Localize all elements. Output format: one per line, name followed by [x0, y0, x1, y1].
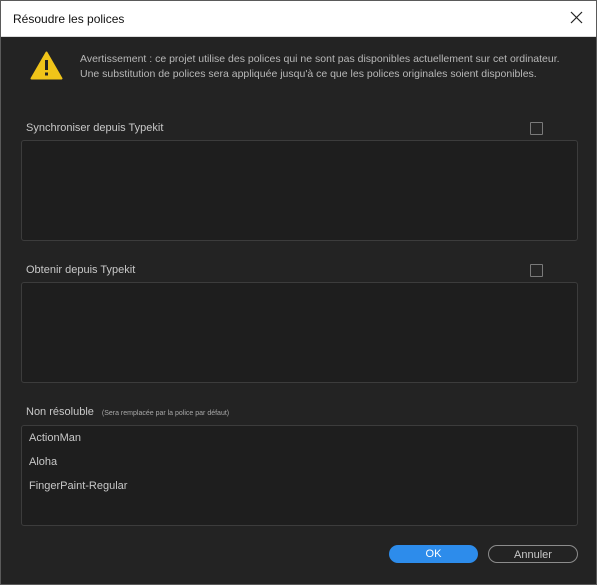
sync-typekit-label: Synchroniser depuis Typekit [26, 122, 164, 134]
list-item[interactable]: ActionMan [29, 432, 81, 444]
cancel-button[interactable]: Annuler [488, 545, 578, 563]
obtain-typekit-label: Obtenir depuis Typekit [26, 264, 136, 276]
obtain-typekit-list[interactable] [21, 282, 578, 383]
unresolvable-font-list[interactable]: ActionMan Aloha FingerPaint-Regular [21, 425, 578, 526]
ok-button[interactable]: OK [389, 545, 478, 563]
list-item[interactable]: FingerPaint-Regular [29, 480, 127, 492]
sync-typekit-list[interactable] [21, 140, 578, 241]
warning-message: Avertissement : ce projet utilise des po… [80, 53, 560, 80]
sync-typekit-checkbox[interactable] [530, 122, 543, 135]
warning-icon [30, 51, 63, 80]
title-bar: Résoudre les polices [1, 1, 596, 37]
dialog-title: Résoudre les polices [13, 12, 125, 26]
obtain-typekit-checkbox[interactable] [530, 264, 543, 277]
list-item[interactable]: Aloha [29, 456, 57, 468]
unresolvable-label: Non résoluble (Sera remplacée par la poli… [26, 406, 229, 418]
resolve-fonts-dialog: Résoudre les polices Avertissement : ce … [0, 0, 597, 585]
unresolvable-title: Non résoluble [26, 406, 94, 418]
close-button[interactable] [564, 7, 588, 29]
close-icon [570, 11, 582, 24]
unresolvable-note: (Sera remplacée par la police par défaut… [101, 410, 230, 417]
